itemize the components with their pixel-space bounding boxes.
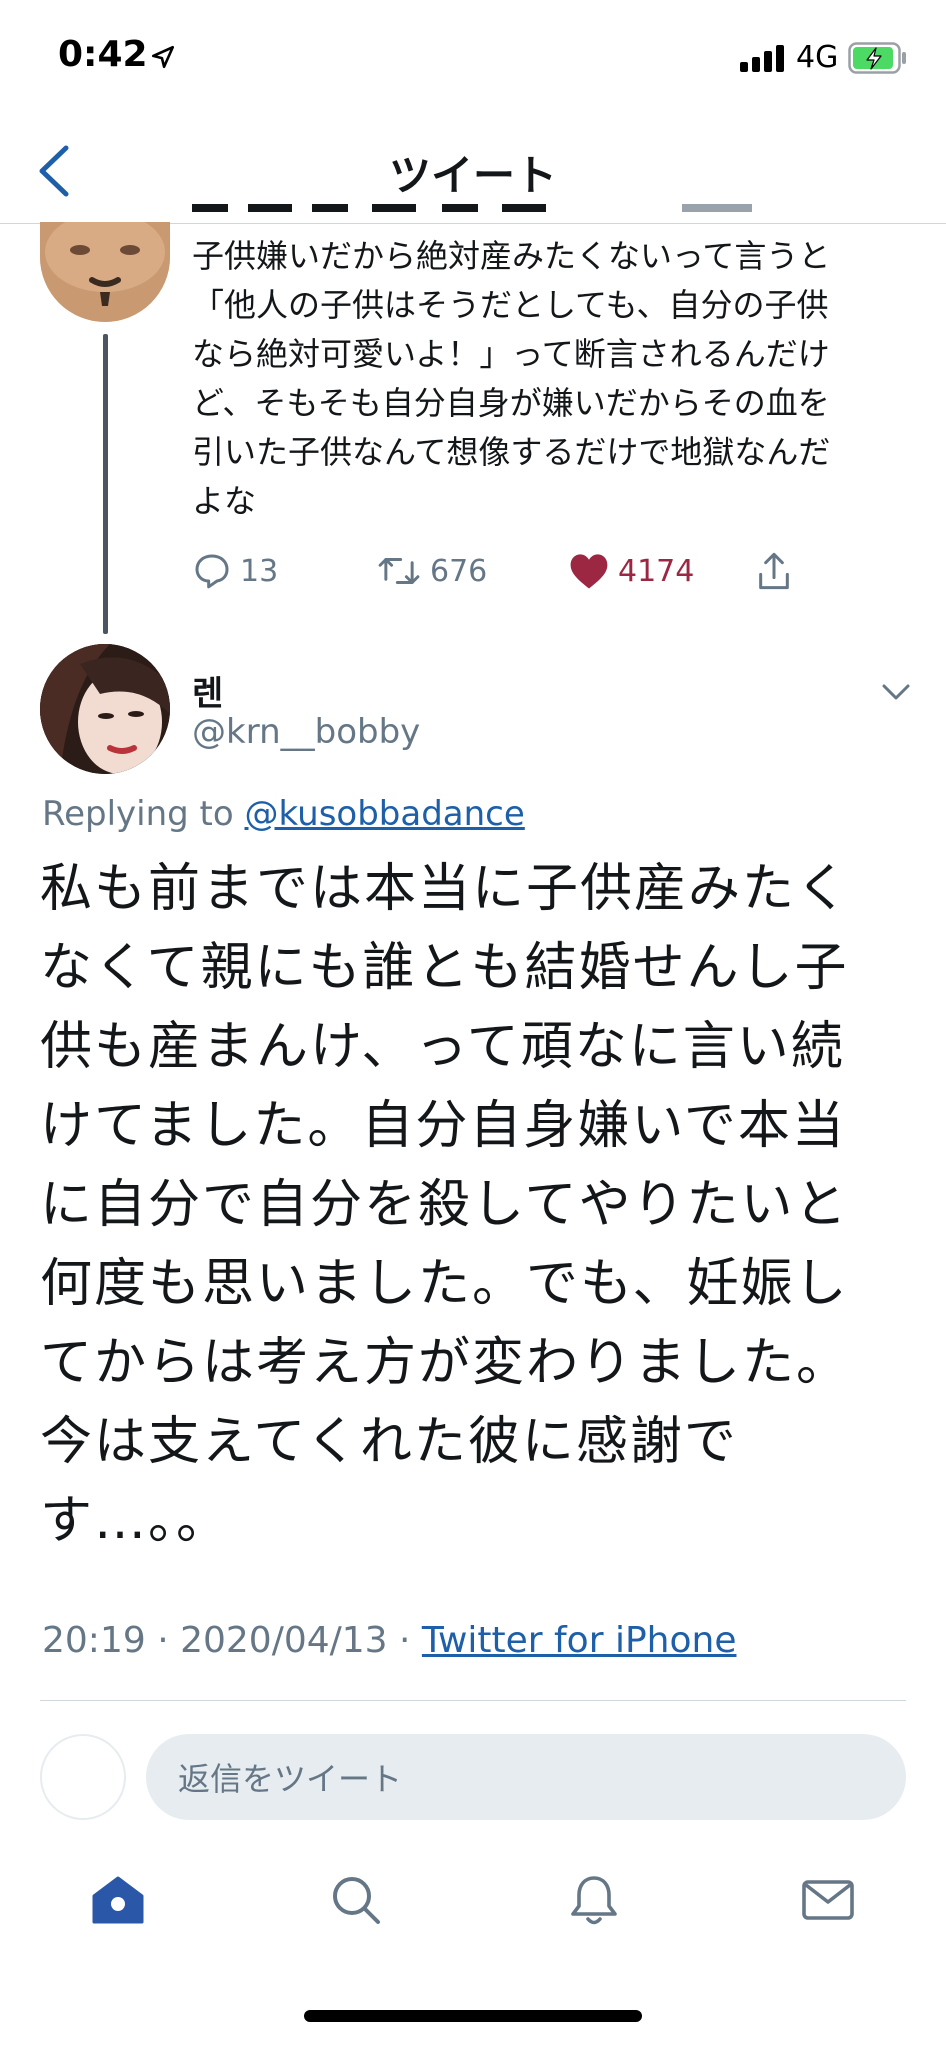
- search-icon[interactable]: [326, 1870, 386, 1930]
- retweet-icon: [378, 558, 420, 584]
- parent-tweet-name-cutoff: [192, 204, 752, 212]
- replying-to-label: Replying to: [42, 794, 234, 834]
- like-button[interactable]: 4174: [568, 546, 694, 596]
- reply-button[interactable]: 13: [192, 546, 278, 596]
- chevron-down-icon[interactable]: [876, 672, 916, 712]
- user-display-name[interactable]: 렌: [192, 666, 223, 715]
- page-title: ツイート: [388, 151, 557, 200]
- battery-icon: [848, 42, 906, 74]
- network-type: 4G: [796, 40, 839, 75]
- replying-to-handle-link[interactable]: @kusobbadance: [245, 794, 525, 834]
- share-icon: [759, 552, 789, 590]
- mail-icon[interactable]: [798, 1870, 858, 1930]
- tweet-text: 私も前までは本当に子供産みたく なくて親にも誰とも結婚せんし子 供も産まんけ、っ…: [40, 859, 851, 1551]
- compose-avatar: [40, 1734, 126, 1820]
- main-tweet-avatar[interactable]: [40, 644, 170, 774]
- home-icon[interactable]: [88, 1870, 148, 1930]
- compose-placeholder: 返信をツイート: [178, 1760, 403, 1798]
- home-indicator[interactable]: [304, 2010, 642, 2022]
- tweet-meta: 20:19 · 2020/04/13 · Twitter for iPhone: [42, 1620, 736, 1661]
- user-handle[interactable]: @krn__bobby: [192, 712, 420, 752]
- status-bar: 0:42 4G: [0, 0, 946, 120]
- reply-compose-input[interactable]: 返信をツイート: [146, 1734, 906, 1820]
- like-count: 4174: [618, 553, 695, 589]
- heart-icon: [570, 554, 608, 589]
- tweet-timestamp: 20:19 · 2020/04/13 ·: [42, 1620, 422, 1661]
- avatar-portrait-image: [40, 644, 170, 774]
- reply-count: 13: [240, 553, 279, 589]
- tab-bar: [0, 1850, 946, 1970]
- parent-tweet-avatar[interactable]: [40, 222, 170, 322]
- tweet-source-link[interactable]: Twitter for iPhone: [422, 1620, 737, 1661]
- share-button[interactable]: [754, 546, 794, 596]
- avatar-face-image: [40, 222, 170, 322]
- reply-icon: [195, 554, 229, 589]
- retweet-count: 676: [430, 553, 488, 589]
- divider: [40, 1700, 906, 1701]
- status-time: 0:42: [58, 34, 148, 75]
- signal-strength-icon: [740, 44, 786, 72]
- retweet-button[interactable]: 676: [376, 546, 487, 596]
- replying-to: Replying to @kusobbadance: [42, 794, 525, 834]
- thread-connector-line: [103, 334, 108, 634]
- location-arrow-icon: [151, 45, 175, 69]
- parent-tweet-text: 子供嫌いだから絶対産みたくないって言うと 「他人の子供はそうだとしても、自分の子…: [192, 237, 831, 520]
- bell-icon[interactable]: [564, 1870, 624, 1930]
